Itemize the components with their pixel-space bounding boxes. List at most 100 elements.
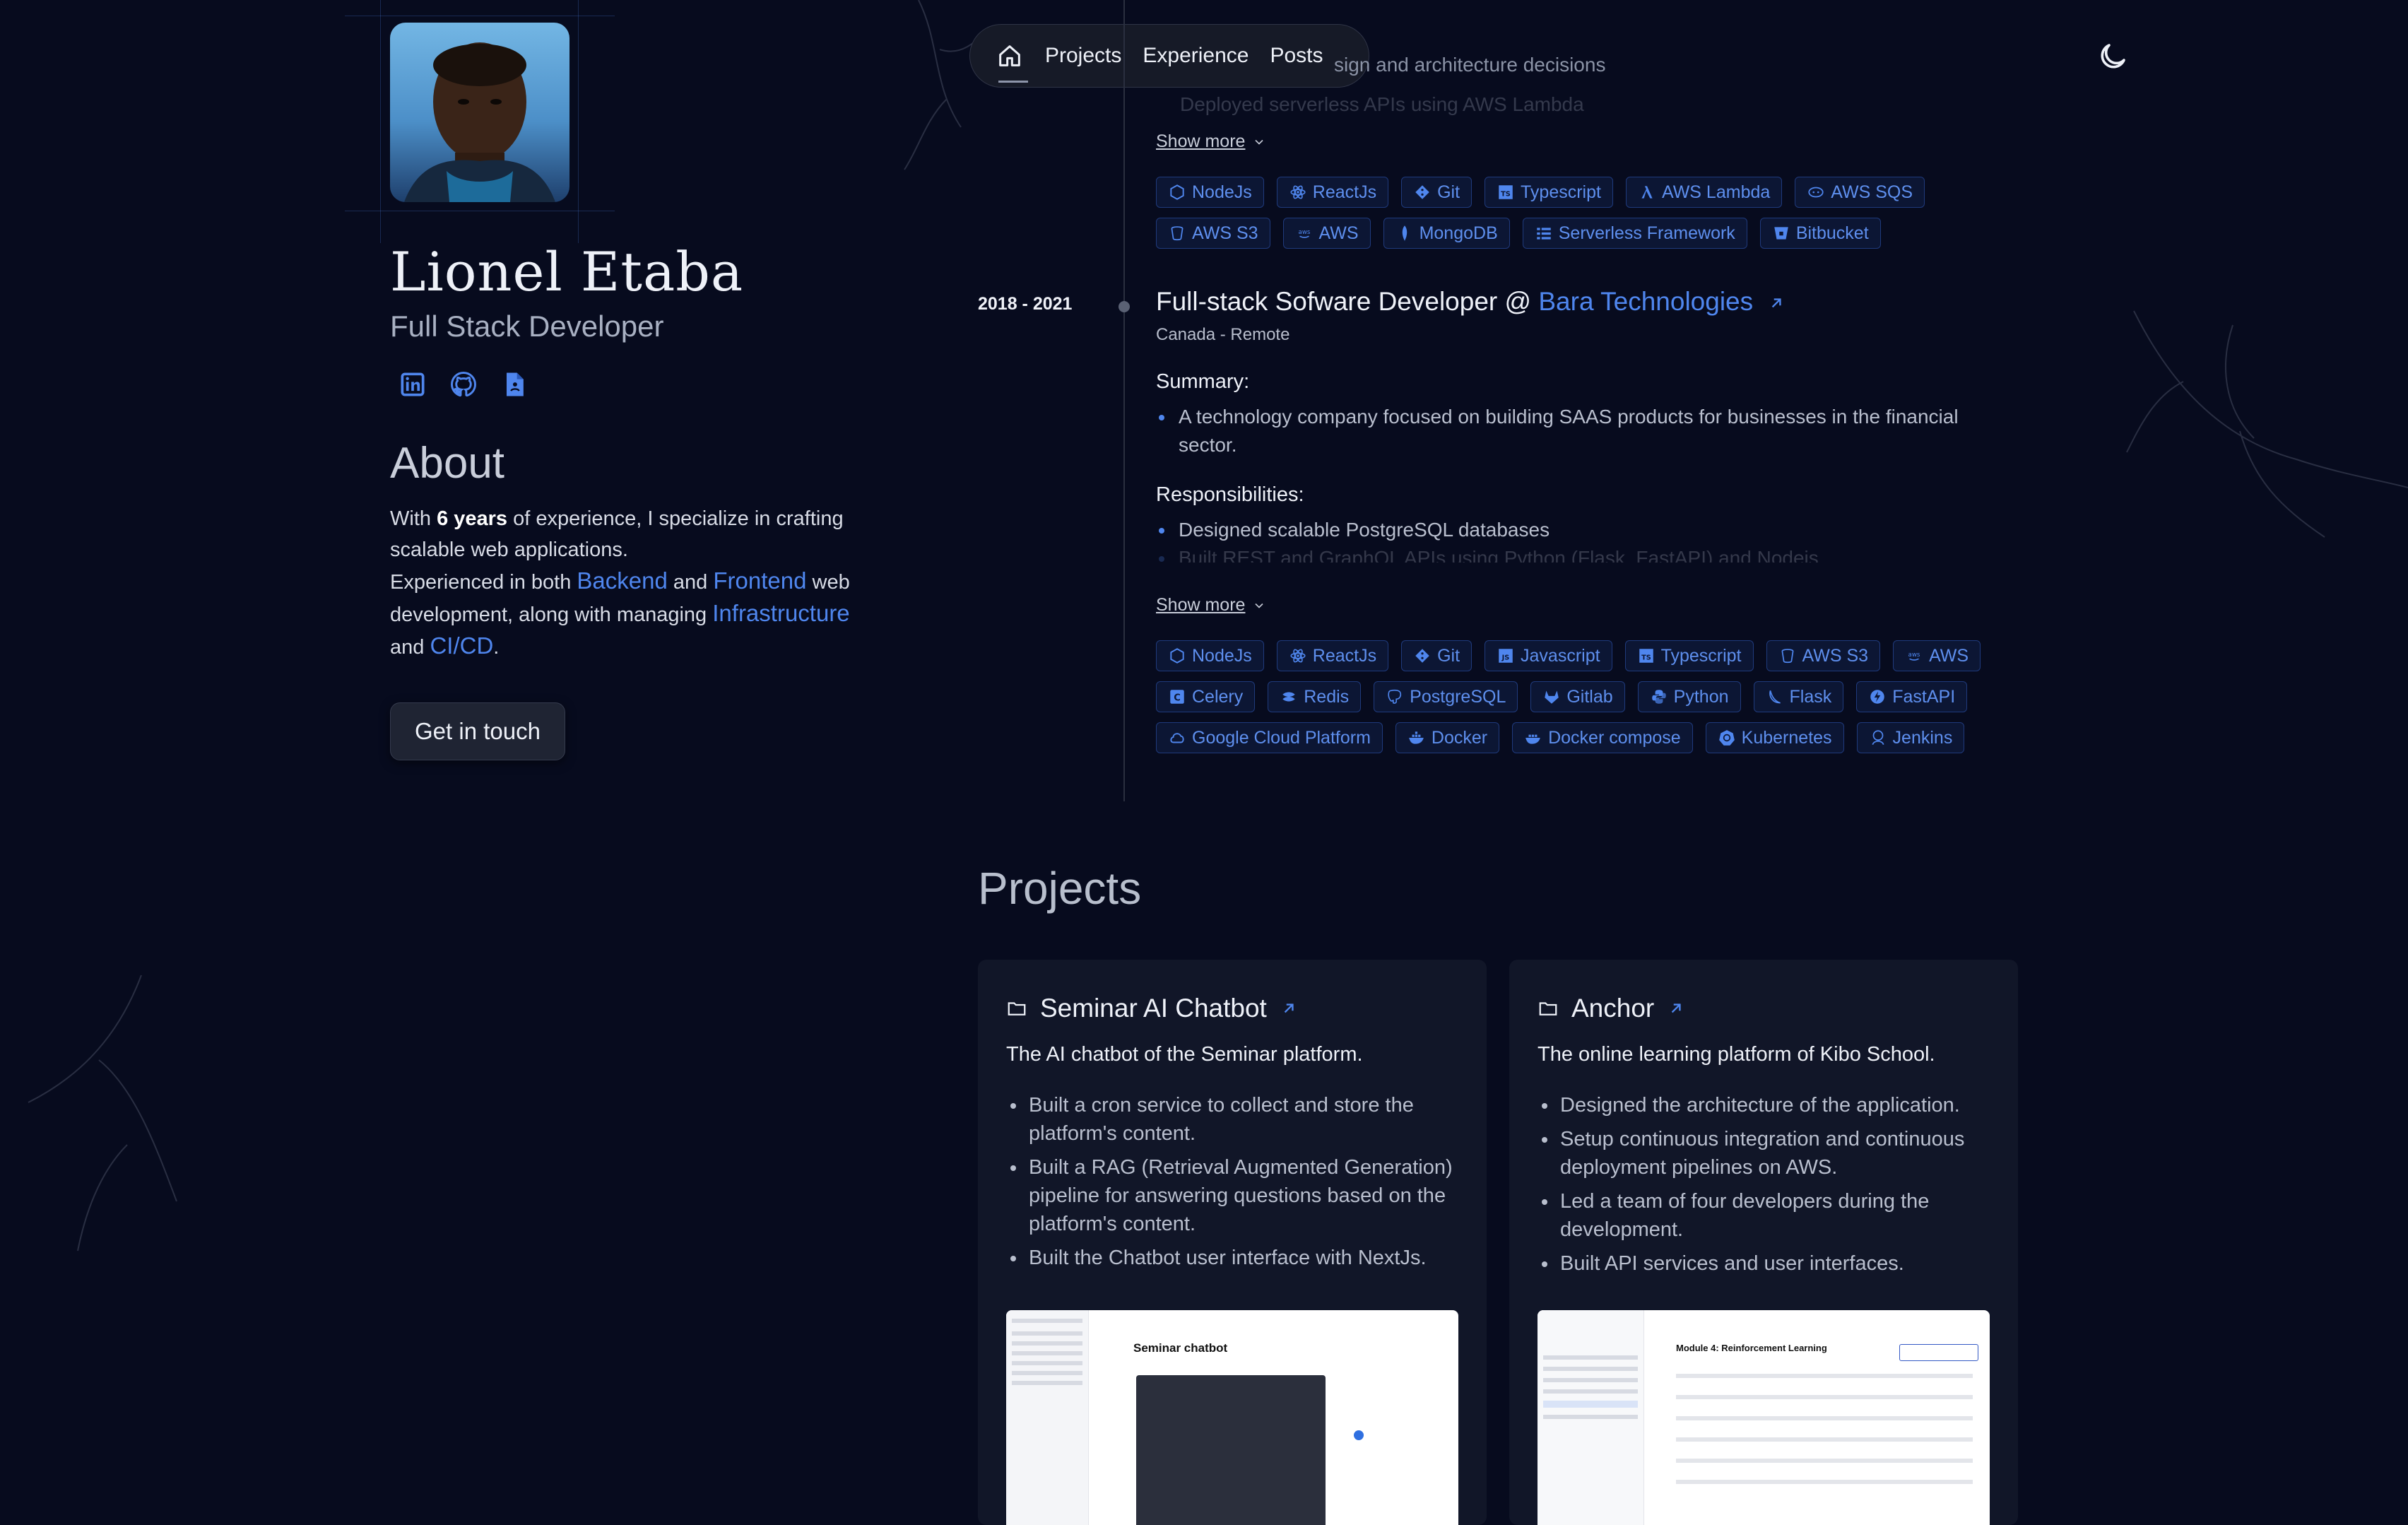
company-link[interactable]: Bara Technologies xyxy=(1538,287,1753,316)
tag-label: Serverless Framework xyxy=(1558,223,1735,243)
external-link-icon[interactable] xyxy=(1767,294,1786,312)
tag-flask: Flask xyxy=(1753,681,1844,712)
github-icon[interactable] xyxy=(448,369,479,400)
get-in-touch-button[interactable]: Get in touch xyxy=(390,702,565,760)
resume-icon[interactable] xyxy=(499,369,530,400)
previous-job-text: sign and architecture decisions xyxy=(1334,54,1606,76)
tag-nodejs: NodeJs xyxy=(1156,640,1264,671)
decorative-branch xyxy=(2126,310,2408,538)
project-screenshot: Seminar chatbot xyxy=(1006,1310,1458,1525)
tag-reactjs: ReactJs xyxy=(1276,640,1389,671)
tag-celery: C Celery xyxy=(1156,681,1256,712)
tag-label: Python xyxy=(1673,686,1729,707)
external-link-icon[interactable] xyxy=(1667,999,1685,1018)
tag-git: Git xyxy=(1401,177,1472,208)
project-bullets: Built a cron service to collect and stor… xyxy=(1006,1091,1465,1278)
job-tags: NodeJs ReactJs Git JS Javascript TS Typescript… xyxy=(1156,640,2032,753)
infrastructure-link[interactable]: Infrastructure xyxy=(712,600,849,626)
reactjs-icon xyxy=(1290,649,1306,663)
nav-posts[interactable]: Posts xyxy=(1270,44,1323,68)
jenkins-icon xyxy=(1872,730,1884,746)
show-more-button[interactable]: Show more xyxy=(1156,595,1266,616)
nav-projects[interactable]: Projects xyxy=(1045,44,1121,68)
tag-fastapi: FastAPI xyxy=(1856,681,1968,712)
flask-icon xyxy=(1769,690,1781,704)
chevron-down-icon xyxy=(1255,603,1264,608)
tag-label: AWS xyxy=(1318,223,1359,243)
list-item: Designed the architecture of the applica… xyxy=(1538,1091,1997,1119)
tag-typescript: TS Typescript xyxy=(1485,177,1613,208)
tag-reactjs: ReactJs xyxy=(1276,177,1389,208)
kubernetes-icon xyxy=(1718,730,1735,746)
tag-label: AWS Lambda xyxy=(1661,182,1771,202)
screenshot-title: Module 4: Reinforcement Learning xyxy=(1676,1343,1827,1353)
responsibilities-label: Responsibilities: xyxy=(1156,483,1304,506)
tag-postgresql: PostgreSQL xyxy=(1374,681,1518,712)
celery-icon: C xyxy=(1170,690,1184,704)
previous-job-text-faded: Deployed serverless APIs using AWS Lambd… xyxy=(1180,93,1584,115)
external-link-icon[interactable] xyxy=(1280,999,1298,1018)
tag-label: Git xyxy=(1437,182,1460,202)
tag-label: AWS SQS xyxy=(1831,182,1913,202)
aws-sqs-icon xyxy=(1808,187,1824,198)
svg-text:aws: aws xyxy=(1908,652,1920,659)
tag-label: FastAPI xyxy=(1892,686,1956,707)
project-bullets: Designed the architecture of the applica… xyxy=(1538,1091,1997,1283)
tag-docker: Docker xyxy=(1395,722,1500,753)
svg-text:C: C xyxy=(1174,693,1181,703)
moon-icon[interactable] xyxy=(2096,40,2130,73)
job-location: Canada - Remote xyxy=(1156,325,1290,344)
list-item: Led a team of four developers during the… xyxy=(1538,1187,1997,1244)
serverless-framework-icon xyxy=(1537,228,1551,240)
nav-experience[interactable]: Experience xyxy=(1143,44,1249,68)
aws-icon: aws xyxy=(1908,652,1920,661)
project-screenshot: Module 4: Reinforcement Learning xyxy=(1538,1310,1990,1525)
tag-aws-s3: AWS S3 xyxy=(1156,218,1270,249)
tag-label: Gitlab xyxy=(1566,686,1613,707)
tag-git: Git xyxy=(1401,640,1472,671)
project-title[interactable]: Seminar AI Chatbot xyxy=(1006,994,1298,1023)
frontend-link[interactable]: Frontend xyxy=(713,567,806,594)
google-cloud-platform-icon xyxy=(1170,733,1184,743)
home-icon[interactable] xyxy=(996,42,1024,70)
tag-docker-compose: Docker compose xyxy=(1512,722,1693,753)
screenshot-title: Seminar chatbot xyxy=(1133,1341,1228,1355)
tag-aws-lambda: AWS Lambda xyxy=(1625,177,1783,208)
tag-bitbucket: Bitbucket xyxy=(1759,218,1881,249)
nodejs-icon xyxy=(1170,184,1184,200)
tag-nodejs: NodeJs xyxy=(1156,177,1264,208)
tag-mongodb: MongoDB xyxy=(1383,218,1510,249)
nodejs-icon xyxy=(1170,648,1184,664)
backend-link[interactable]: Backend xyxy=(577,567,667,594)
mongodb-icon xyxy=(1402,225,1407,241)
tag-google-cloud-platform: Google Cloud Platform xyxy=(1156,722,1383,753)
reactjs-icon xyxy=(1290,185,1306,199)
summary-label: Summary: xyxy=(1156,370,1250,393)
tag-label: NodeJs xyxy=(1192,182,1252,202)
show-more-button[interactable]: Show more xyxy=(1156,131,1266,152)
list-item: Designed scalable PostgreSQL databases xyxy=(1156,516,2004,544)
cicd-link[interactable]: CI/CD xyxy=(430,632,493,659)
docker-compose-icon xyxy=(1525,734,1540,744)
svg-text:aws: aws xyxy=(1298,229,1310,236)
list-item: Built API services and user interfaces. xyxy=(1538,1249,1997,1278)
tag-label: AWS S3 xyxy=(1192,223,1258,243)
tag-label: NodeJs xyxy=(1192,645,1252,666)
project-description: The AI chatbot of the Seminar platform. xyxy=(1006,1043,1363,1066)
about-heading: About xyxy=(390,439,505,488)
tag-redis: Redis xyxy=(1268,681,1362,712)
aws-lambda-icon xyxy=(1641,186,1653,199)
tag-aws: aws AWS xyxy=(1282,218,1371,249)
job-dates: 2018 - 2021 xyxy=(978,294,1073,314)
tag-aws-sqs: AWS SQS xyxy=(1795,177,1925,208)
list-item: Built a cron service to collect and stor… xyxy=(1006,1091,1465,1148)
svg-text:JS: JS xyxy=(1501,654,1510,661)
tag-label: Typescript xyxy=(1660,645,1742,666)
project-title[interactable]: Anchor xyxy=(1538,994,1685,1023)
linkedin-icon[interactable] xyxy=(397,369,428,400)
tag-label: Google Cloud Platform xyxy=(1192,727,1371,748)
job-title: Full-stack Sofware Developer @ Bara Tech… xyxy=(1156,287,1786,317)
project-card: Seminar AI Chatbot The AI chatbot of the… xyxy=(978,960,1487,1525)
summary-list: A technology company focused on building… xyxy=(1156,403,2004,459)
list-item: A technology company focused on building… xyxy=(1156,403,2004,459)
